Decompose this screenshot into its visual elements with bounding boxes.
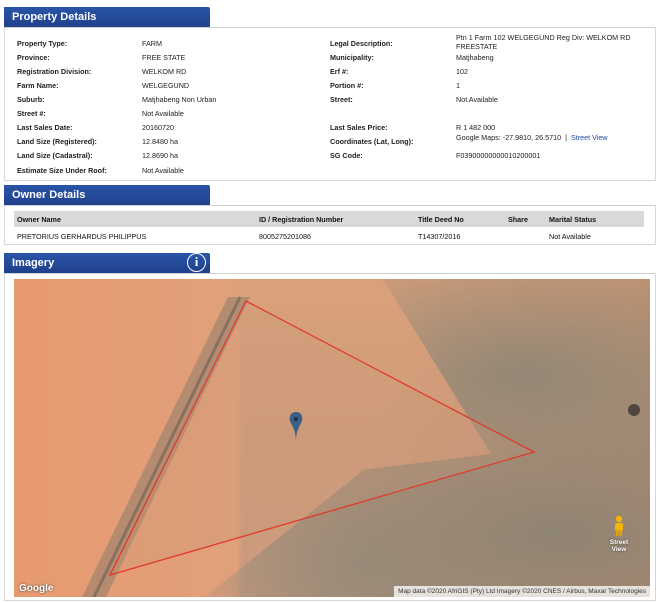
property-label: Land Size (Registered):: [17, 137, 97, 146]
imagery-header: Imagery: [4, 253, 210, 274]
property-value: Matjhabeng: [456, 53, 494, 62]
property-details-header: Property Details: [4, 7, 210, 28]
column-marital-status: Marital Status: [549, 215, 597, 224]
property-value: Not Available: [142, 166, 184, 175]
owner-table-header: Owner Name ID / Registration Number Titl…: [14, 211, 644, 227]
property-label: Estimate Size Under Roof:: [17, 166, 107, 175]
property-label: Suburb:: [17, 95, 45, 104]
property-label: Municipality:: [330, 53, 374, 62]
property-value: Matjhabeng Non Urban: [142, 95, 217, 104]
property-label: SG Code:: [330, 151, 363, 160]
street-view-label-1: Street: [609, 539, 629, 546]
map-overlay: [82, 296, 640, 597]
owner-details-header: Owner Details: [4, 185, 210, 206]
property-label: Portion #:: [330, 81, 364, 90]
property-label: Property Type:: [17, 39, 68, 48]
street-view-button[interactable]: Street View: [604, 515, 634, 553]
map-attribution: Map data ©2020 AfriGIS (Pty) Ltd Imagery…: [394, 586, 650, 597]
property-value: F03900000000010200001: [456, 151, 541, 160]
property-value: 1: [456, 81, 460, 90]
property-value: 102: [456, 67, 468, 76]
property-value: 20160720: [142, 123, 174, 132]
property-label: Coordinates (Lat, Long):: [330, 137, 414, 146]
property-value: Not Available: [142, 109, 184, 118]
property-label: Street:: [330, 95, 353, 104]
street-view-label-2: View: [611, 546, 627, 553]
property-label: Erf #:: [330, 67, 349, 76]
info-icon[interactable]: i: [187, 253, 206, 272]
property-value: FARM: [142, 39, 162, 48]
column-share: Share: [508, 215, 528, 224]
column-id-number: ID / Registration Number: [259, 215, 344, 224]
satellite-map[interactable]: Google Street View Map data ©2020 AfriGI…: [14, 279, 650, 597]
property-label: Street #:: [17, 109, 46, 118]
owner-marital-cell: Not Available: [549, 232, 591, 241]
owner-details-title: Owner Details: [12, 189, 86, 201]
property-label: Legal Description:: [330, 39, 393, 48]
google-logo: Google: [19, 583, 54, 594]
property-label: Province:: [17, 53, 50, 62]
property-details-title: Property Details: [12, 11, 97, 23]
owner-deed-cell: T14307/2016: [418, 232, 461, 241]
property-value: Not Available: [456, 95, 498, 104]
column-owner-name: Owner Name: [17, 215, 61, 224]
property-label: Farm Name:: [17, 81, 59, 90]
imagery-title: Imagery: [12, 257, 55, 269]
owner-id-cell: 8005275201086: [259, 232, 311, 241]
google-maps-link[interactable]: Google Maps: -27.9810, 26.5710: [456, 133, 561, 142]
property-value: WELKOM RD: [142, 67, 187, 76]
property-value: 12.8480 ha: [142, 137, 178, 146]
property-label: Land Size (Cadastral):: [17, 151, 93, 160]
separator: |: [565, 133, 567, 142]
property-label: Last Sales Date:: [17, 123, 73, 132]
property-label: Registration Division:: [17, 67, 92, 76]
map-feature: [628, 404, 640, 416]
property-value: FREE STATE: [142, 53, 186, 62]
property-value: Ptn 1 Farm 102 WELGEGUND Reg Div: WELKOM…: [456, 33, 631, 51]
column-title-deed: Title Deed No: [418, 215, 464, 224]
coordinates-value[interactable]: Google Maps: -27.9810, 26.5710 | Street Vi…: [456, 133, 608, 142]
table-row: PRETORIUS GERHARDUS PHILIPPUS 8005275201…: [14, 228, 644, 242]
street-view-link[interactable]: Street View: [571, 133, 608, 142]
property-value: R 1 482 000: [456, 123, 496, 132]
pegman-icon[interactable]: [613, 515, 625, 537]
property-label: Last Sales Price:: [330, 123, 388, 132]
property-value: 12.8690 ha: [142, 151, 178, 160]
property-value: WELGEGUND: [142, 81, 190, 90]
owner-name-cell: PRETORIUS GERHARDUS PHILIPPUS: [17, 232, 147, 241]
